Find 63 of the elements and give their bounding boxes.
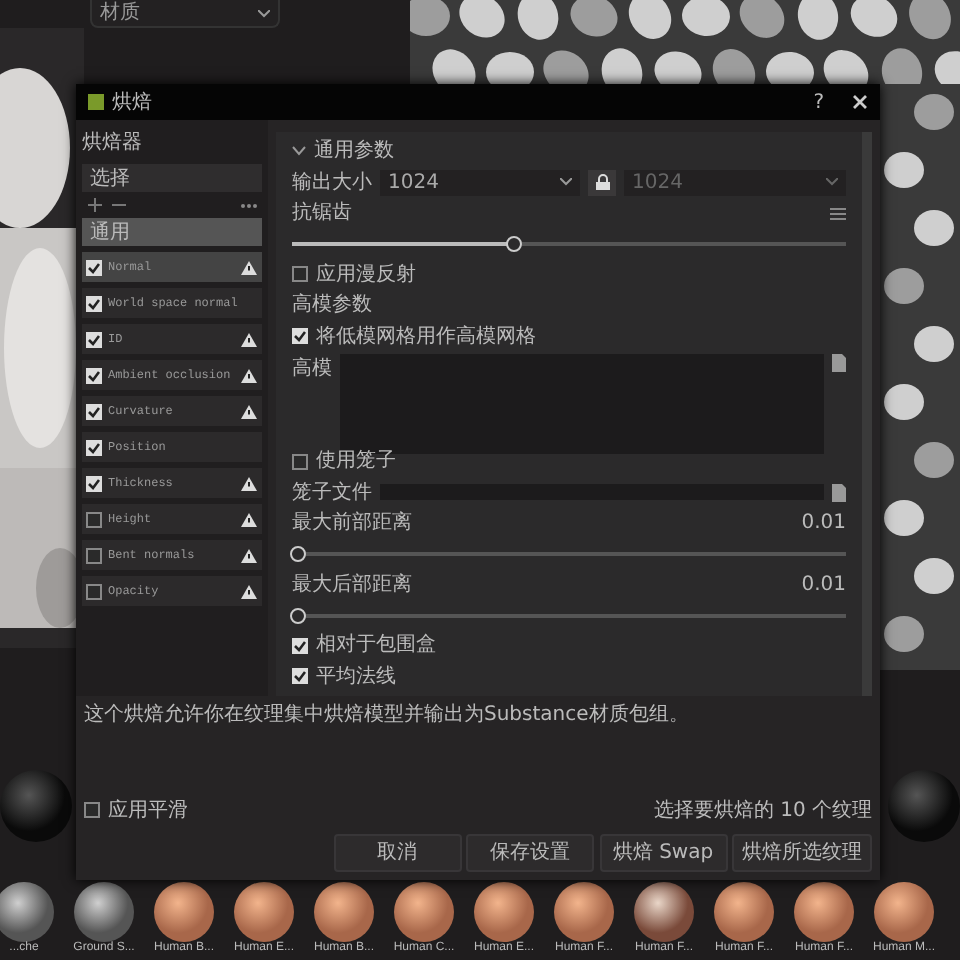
value-text: 0.01 <box>801 510 846 539</box>
checkbox-label: 相对于包围盒 <box>316 631 436 661</box>
checkbox-label: 应用漫反射 <box>316 261 416 290</box>
field-label: 最大后部距离 <box>292 571 412 600</box>
checkbox[interactable] <box>86 583 102 599</box>
caret-icon <box>826 178 838 187</box>
filter-dropdown[interactable]: 材质 <box>90 0 280 28</box>
dialog-button[interactable]: 烘焙 Swap <box>599 833 727 871</box>
checkbox[interactable] <box>86 511 102 527</box>
caret-icon <box>560 178 572 187</box>
checkbox[interactable] <box>292 453 308 470</box>
checkbox-label: 平均法线 <box>316 663 396 692</box>
field-label: 输出大小 <box>292 169 372 198</box>
list-header[interactable]: 通用 <box>82 218 262 246</box>
slider-thumb[interactable] <box>505 236 522 252</box>
lock-icon <box>595 174 609 191</box>
checkbox[interactable] <box>292 637 308 654</box>
panel-heading: 烘焙器 <box>82 129 144 158</box>
file-icon[interactable] <box>832 483 846 502</box>
status-text: 选择要烘焙的 10 个纹理 <box>653 797 872 825</box>
preset-field[interactable]: 选择 <box>82 164 262 192</box>
dialog-button[interactable]: 烘焙所选纹理 <box>732 833 872 871</box>
slider-thumb[interactable] <box>289 546 306 562</box>
menu-icon[interactable] <box>830 207 846 220</box>
checkbox[interactable] <box>86 259 102 275</box>
checkbox[interactable] <box>86 403 102 419</box>
checkbox[interactable] <box>86 331 102 347</box>
chevron-down-icon[interactable] <box>292 146 306 157</box>
caret-icon <box>258 9 270 17</box>
checkbox[interactable] <box>292 266 308 283</box>
file-icon[interactable] <box>832 354 846 372</box>
more-icon[interactable] <box>239 198 257 212</box>
size-dropdown[interactable]: 1024 <box>380 169 580 196</box>
field-label: 高模 <box>292 355 332 384</box>
add-icon[interactable] <box>87 198 101 212</box>
app-icon <box>88 94 104 110</box>
checkbox[interactable] <box>292 328 308 345</box>
checkbox-label: 使用笼子 <box>316 448 396 477</box>
checkbox-label: 应用平滑 <box>108 797 188 825</box>
remove-icon[interactable] <box>111 198 125 212</box>
checkbox[interactable] <box>86 367 102 383</box>
window-title: 烘焙 <box>112 89 152 117</box>
section-title: 通用参数 <box>314 137 394 167</box>
close-icon[interactable] <box>852 94 868 110</box>
checkbox-label: 将低模网格用作高模网格 <box>316 323 536 352</box>
checkbox[interactable] <box>86 439 102 455</box>
dialog-button[interactable]: 保存设置 <box>466 833 594 871</box>
checkbox[interactable] <box>86 475 102 491</box>
checkbox[interactable] <box>86 295 102 311</box>
dialog-button[interactable]: 取消 <box>333 833 461 871</box>
checkbox[interactable] <box>292 668 308 685</box>
size-dropdown[interactable]: 1024 <box>624 169 846 196</box>
help-button[interactable]: ? <box>813 87 824 117</box>
checkbox[interactable] <box>84 802 100 818</box>
slider-thumb[interactable] <box>289 607 306 623</box>
value-text: 0.01 <box>801 571 846 600</box>
field-label: 笼子文件 <box>292 479 372 508</box>
checkbox[interactable] <box>86 547 102 563</box>
field-label: 最大前部距离 <box>292 509 412 539</box>
field-label: 抗锯齿 <box>292 199 352 229</box>
field-label: 高模参数 <box>292 291 372 321</box>
lock-button[interactable] <box>588 169 616 196</box>
description-text: 这个烘焙允许你在纹理集中烘焙模型并输出为Substance材质包组。 <box>84 701 691 730</box>
